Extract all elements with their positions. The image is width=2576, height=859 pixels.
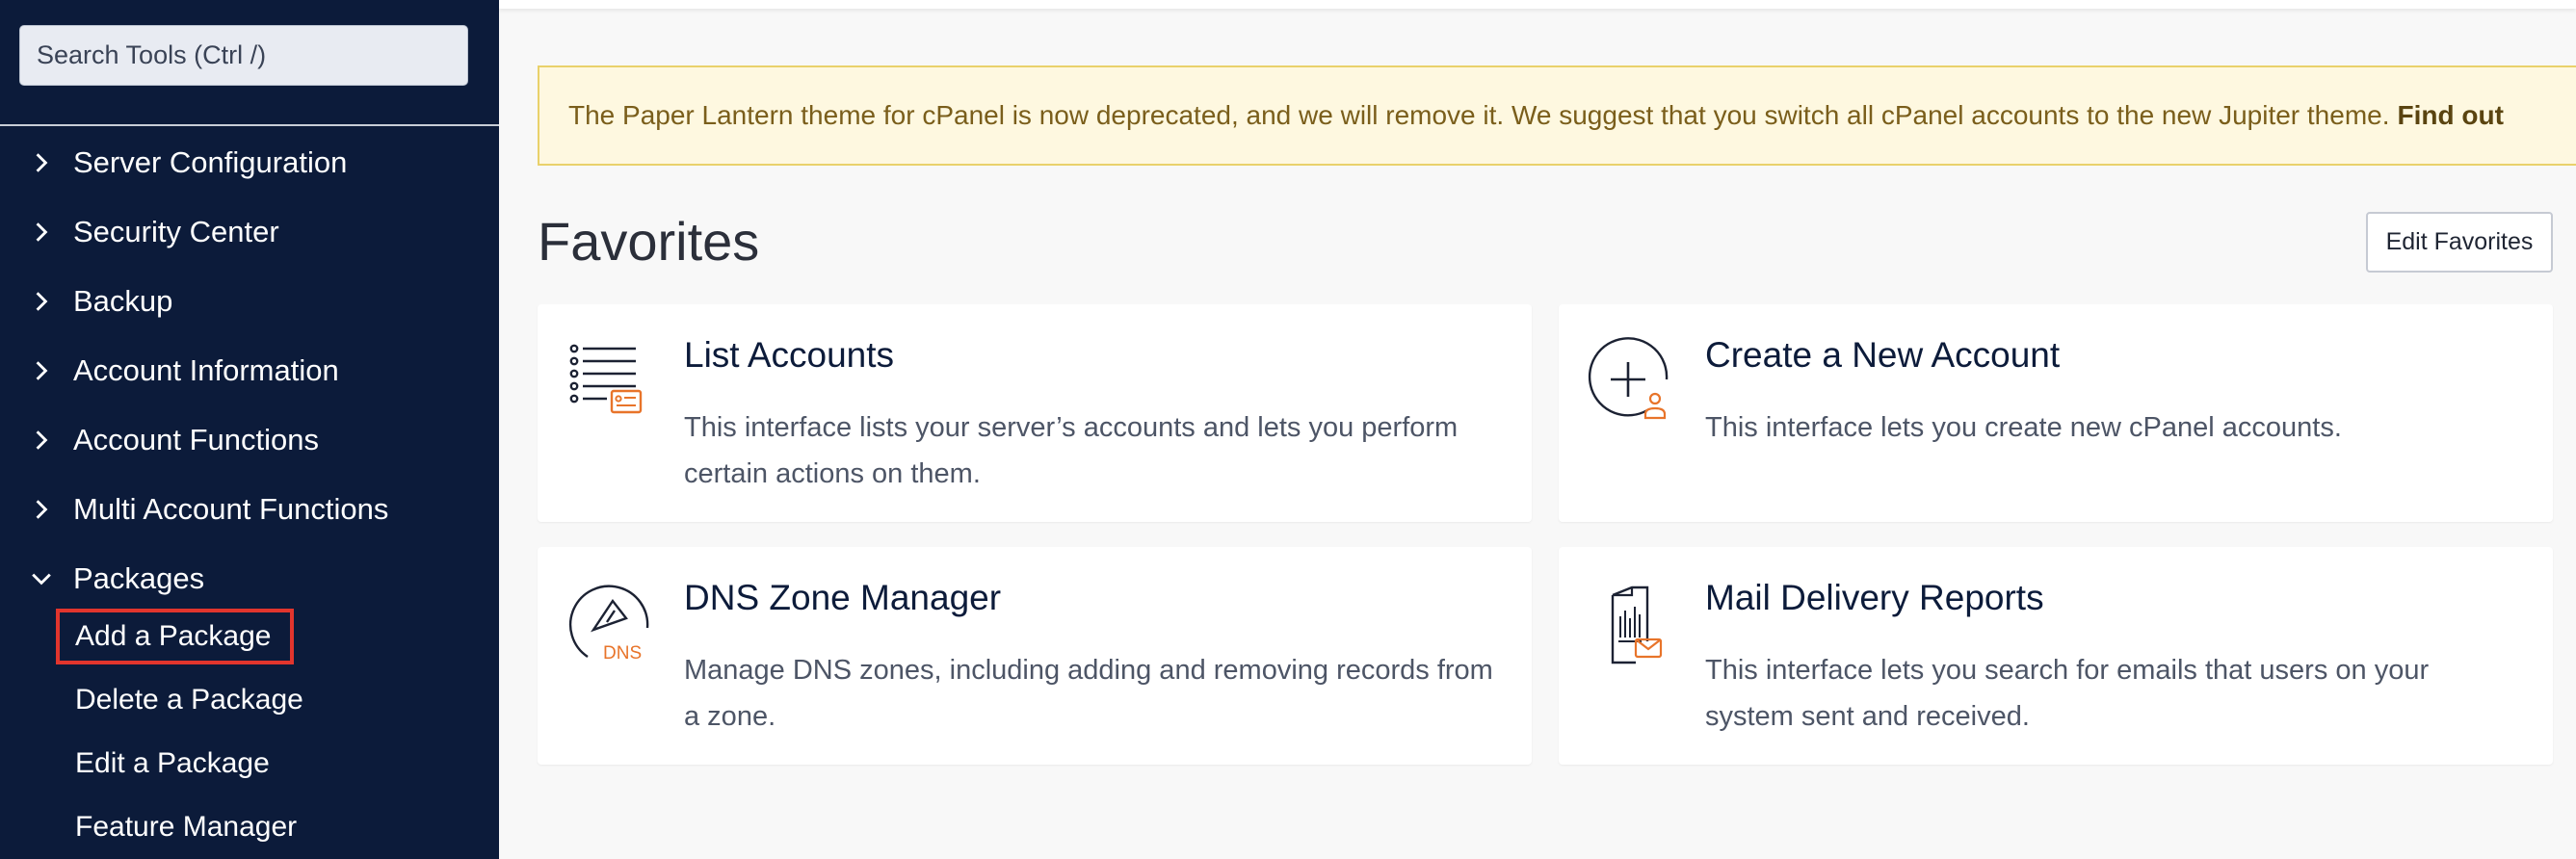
chevron-right-icon (0, 291, 73, 312)
page-title: Favorites (538, 211, 760, 272)
chevron-right-icon (0, 221, 73, 243)
sidebar-item-server-configuration[interactable]: Server Configuration (0, 129, 499, 196)
mail-report-icon (1588, 580, 1672, 664)
favorite-card-dns-zone-manager[interactable]: DNS DNS Zone Manager Manage DNS zones, i… (538, 547, 1532, 765)
sidebar-subitem-label: Edit a Package (75, 747, 270, 779)
sidebar-item-label: Server Configuration (73, 145, 348, 179)
edit-favorites-button[interactable]: Edit Favorites (2366, 212, 2553, 273)
search-tools-input[interactable] (19, 25, 468, 86)
notice-link[interactable]: Find out (2398, 100, 2504, 131)
sidebar-item-packages[interactable]: Packages (0, 545, 499, 612)
sidebar-subitem-edit-package[interactable]: Edit a Package (58, 736, 287, 792)
sidebar-item-label: Packages (73, 561, 205, 595)
sidebar-item-label: Backup (73, 284, 173, 318)
sidebar-subitem-label: Add a Package (75, 620, 272, 652)
sidebar-item-label: Security Center (73, 215, 279, 248)
search-area (0, 0, 499, 126)
sidebar-item-security-center[interactable]: Security Center (0, 198, 499, 266)
card-description: This interface lists your server’s accou… (684, 412, 1459, 489)
card-title: Create a New Account (1705, 335, 2061, 375)
sidebar-item-multi-account-functions[interactable]: Multi Account Functions (0, 476, 499, 543)
sidebar-subitem-label: Feature Manager (75, 811, 298, 843)
card-description: Manage DNS zones, including adding and r… (684, 655, 1493, 732)
chevron-right-icon (0, 499, 73, 520)
card-title: DNS Zone Manager (684, 578, 1002, 617)
chevron-right-icon (0, 152, 73, 173)
sidebar-subitem-feature-manager[interactable]: Feature Manager (58, 799, 314, 855)
chevron-down-icon (0, 568, 73, 589)
top-header-bar (499, 0, 2576, 9)
chevron-right-icon (0, 360, 73, 381)
sidebar-item-backup[interactable]: Backup (0, 268, 499, 335)
sidebar-item-label: Account Information (73, 353, 339, 387)
sidebar-item-account-functions[interactable]: Account Functions (0, 406, 499, 474)
card-title: List Accounts (684, 335, 895, 375)
card-description: This interface lets you search for email… (1705, 655, 2430, 732)
card-title: Mail Delivery Reports (1705, 578, 2044, 617)
chevron-right-icon (0, 430, 73, 451)
sidebar-subitem-delete-package[interactable]: Delete a Package (58, 672, 321, 728)
favorite-card-mail-delivery-reports[interactable]: Mail Delivery Reports This interface let… (1559, 547, 2553, 765)
deprecation-notice: The Paper Lantern theme for cPanel is no… (538, 65, 2576, 166)
sidebar: Server Configuration Security Center Bac… (0, 0, 499, 859)
sidebar-item-label: Multi Account Functions (73, 492, 389, 526)
favorite-card-create-account[interactable]: Create a New Account This interface lets… (1559, 304, 2553, 522)
create-account-icon (1588, 337, 1672, 422)
card-description: This interface lets you create new cPane… (1705, 412, 2342, 443)
sidebar-subitem-label: Delete a Package (75, 684, 303, 716)
notice-text: The Paper Lantern theme for cPanel is no… (568, 100, 2390, 130)
dns-icon: DNS (566, 580, 651, 664)
sidebar-item-label: Account Functions (73, 423, 320, 456)
dns-icon-text: DNS (603, 643, 642, 664)
list-accounts-icon (566, 337, 651, 422)
favorite-card-list-accounts[interactable]: List Accounts This interface lists your … (538, 304, 1532, 522)
sidebar-subitem-add-package[interactable]: Add a Package (56, 609, 295, 664)
sidebar-item-account-information[interactable]: Account Information (0, 337, 499, 404)
